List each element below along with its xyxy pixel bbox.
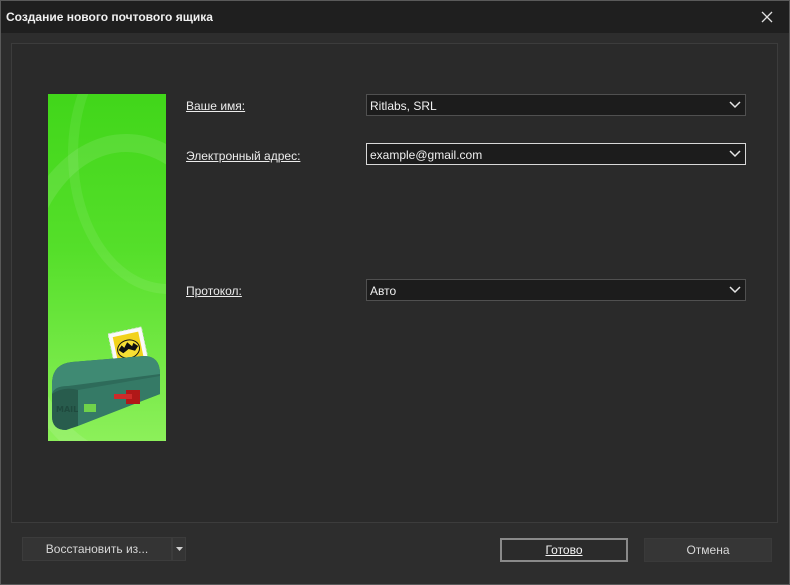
restore-dropdown-button[interactable]: [172, 537, 186, 561]
chevron-down-icon[interactable]: [725, 280, 745, 300]
email-combobox[interactable]: example@gmail.com: [366, 143, 746, 165]
cancel-label: Отмена: [686, 543, 730, 557]
finish-button[interactable]: Готово: [500, 538, 628, 562]
name-value: Ritlabs, SRL: [370, 99, 437, 113]
protocol-value: Авто: [370, 284, 397, 298]
restore-from-button[interactable]: Восстановить из...: [22, 537, 172, 561]
restore-from-label: Восстановить из...: [45, 542, 149, 556]
close-icon: [761, 11, 773, 23]
email-value: example@gmail.com: [370, 148, 483, 162]
chevron-down-icon[interactable]: [725, 95, 745, 115]
protocol-label: Протокол:: [186, 284, 242, 298]
svg-text:MAIL: MAIL: [56, 405, 78, 414]
name-combobox[interactable]: Ritlabs, SRL: [366, 94, 746, 116]
email-label: Электронный адрес:: [186, 149, 301, 163]
finish-label: Готово: [545, 543, 583, 557]
chevron-down-icon[interactable]: [725, 144, 745, 164]
cancel-button[interactable]: Отмена: [644, 538, 772, 562]
caret-down-icon: [175, 547, 183, 551]
title-bar: Создание нового почтового ящика: [1, 1, 789, 33]
mailbox-icon: MAIL: [52, 326, 160, 430]
window-title: Создание нового почтового ящика: [6, 10, 213, 24]
name-label: Ваше имя:: [186, 99, 246, 113]
close-button[interactable]: [745, 1, 789, 33]
mailbox-bat-illustration: MAIL: [48, 94, 166, 441]
protocol-combobox[interactable]: Авто: [366, 279, 746, 301]
